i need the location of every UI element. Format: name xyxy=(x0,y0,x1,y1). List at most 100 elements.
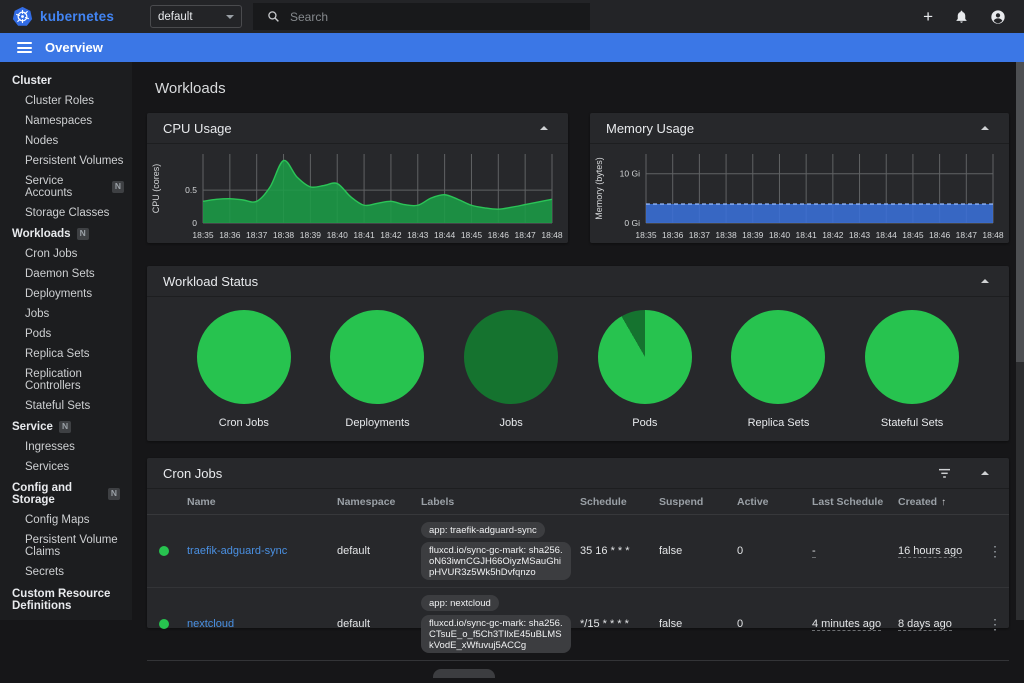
notifications-bell-icon[interactable] xyxy=(954,9,969,24)
sidebar-item-daemon-sets[interactable]: Daemon Sets xyxy=(0,264,132,284)
sidebar-section-workloads[interactable]: Workloads N xyxy=(0,223,132,244)
new-badge: N xyxy=(111,181,124,193)
pie-chart xyxy=(731,309,826,404)
filter-icon[interactable] xyxy=(938,468,951,479)
sidebar-item-persistent-volumes[interactable]: Persistent Volumes xyxy=(0,151,132,171)
sidebar-item-replication-controllers[interactable]: Replication Controllers xyxy=(0,364,132,396)
collapse-button[interactable] xyxy=(977,467,993,479)
sidebar-section-service[interactable]: Service N xyxy=(0,416,132,437)
sidebar-item-pods[interactable]: Pods xyxy=(0,324,132,344)
workload-status-card: Workload Status Cron Jobs Deployments Jobs… xyxy=(147,266,1009,441)
search-bar[interactable] xyxy=(253,3,590,30)
collapse-button[interactable] xyxy=(977,122,993,134)
sidebar-item-service-accounts[interactable]: Service Accounts N xyxy=(0,171,132,203)
pie-jobs: Jobs xyxy=(464,309,559,429)
create-resource-button[interactable]: + xyxy=(923,8,933,25)
sidebar-item-namespaces[interactable]: Namespaces xyxy=(0,111,132,131)
sidebar-item-cron-jobs[interactable]: Cron Jobs xyxy=(0,244,132,264)
new-badge: N xyxy=(58,421,72,433)
column-header-last-schedule[interactable]: Last Schedule xyxy=(812,496,898,508)
account-icon[interactable] xyxy=(990,9,1006,25)
search-input[interactable] xyxy=(290,9,530,24)
sidebar-item-replica-sets[interactable]: Replica Sets xyxy=(0,344,132,364)
cronjob-name[interactable]: traefik-adguard-sync xyxy=(187,545,287,557)
sidebar-item-services[interactable]: Services xyxy=(0,457,132,477)
pie-caption: Pods xyxy=(632,416,658,429)
memory-chart-svg: 18:35 18:36 18:37 18:38 18:39 18:40 18:41 18:42… xyxy=(594,154,1004,240)
sidebar-item-cluster-roles[interactable]: Cluster Roles xyxy=(0,91,132,111)
sidebar-item-config-maps[interactable]: Config Maps xyxy=(0,510,132,530)
svg-text:18:40: 18:40 xyxy=(327,230,349,240)
svg-text:18:39: 18:39 xyxy=(300,230,322,240)
svg-text:18:41: 18:41 xyxy=(796,230,818,240)
pie-chart xyxy=(597,309,692,404)
label-chip: app: traefik-adguard-sync xyxy=(421,522,545,538)
kubernetes-logo: kubernetes xyxy=(12,0,114,33)
sidebar-item-nodes[interactable]: Nodes xyxy=(0,131,132,151)
suspend-cell: false xyxy=(659,545,683,557)
column-header-labels[interactable]: Labels xyxy=(421,496,580,508)
svg-text:18:44: 18:44 xyxy=(434,230,456,240)
sidebar-item-ingresses[interactable]: Ingresses xyxy=(0,437,132,457)
row-menu-kebab-icon[interactable]: ⋮ xyxy=(988,616,1006,633)
column-header-suspend[interactable]: Suspend xyxy=(659,496,737,508)
pie-caption: Cron Jobs xyxy=(218,416,269,429)
sidebar-item-deployments[interactable]: Deployments xyxy=(0,284,132,304)
kubernetes-helm-icon xyxy=(12,6,33,26)
main-content: Workloads CPU Usage 18:35 18:36 18:37 18:38… xyxy=(132,62,1016,678)
sidebar-item-stateful-sets[interactable]: Stateful Sets xyxy=(0,396,132,416)
status-cell xyxy=(159,619,187,629)
page-scrollbar-thumb[interactable] xyxy=(1016,62,1024,362)
labels-cell: app: nextcloud fluxcd.io/sync-gc-mark: sh… xyxy=(421,595,580,653)
collapse-button[interactable] xyxy=(536,122,552,134)
workload-status-title: Workload Status xyxy=(163,273,259,289)
toolbar-title: Overview xyxy=(45,40,103,55)
svg-text:18:43: 18:43 xyxy=(849,230,871,240)
active-cell: 0 xyxy=(737,545,744,557)
partial-label-chip xyxy=(433,669,495,678)
sidebar-section-config-and-storage[interactable]: Config and Storage N xyxy=(0,477,132,510)
column-header-active[interactable]: Active xyxy=(737,496,812,508)
labels-cell: app: traefik-adguard-sync fluxcd.io/sync-… xyxy=(421,522,580,580)
status-ok-icon xyxy=(159,546,169,556)
created-value[interactable]: 16 hours ago xyxy=(898,545,963,558)
label-chip: fluxcd.io/sync-gc-mark: sha256.CTsuE_o_f… xyxy=(421,615,571,653)
collapse-button[interactable] xyxy=(977,275,993,287)
page-title: Workloads xyxy=(155,80,226,97)
column-header-created[interactable]: Created ↑ xyxy=(898,496,988,508)
svg-text:18:44: 18:44 xyxy=(876,230,898,240)
sidebar-section-cluster[interactable]: Cluster xyxy=(0,70,132,91)
sidebar-item-persistent-volume-claims[interactable]: Persistent Volume Claims xyxy=(0,530,132,562)
pie-caption: Jobs xyxy=(499,416,523,429)
column-header-name[interactable]: Name xyxy=(187,496,337,508)
cronjob-name-link[interactable]: traefik-adguard-sync xyxy=(187,545,337,557)
last-schedule-value[interactable]: - xyxy=(812,545,816,558)
cron-jobs-table-header: Name Namespace Labels Schedule Suspend Active… xyxy=(147,489,1009,515)
label-chip: app: nextcloud xyxy=(421,595,499,611)
memory-usage-card: Memory Usage 18:35 18:36 18:37 18:38 18:39 18… xyxy=(590,113,1009,243)
cpu-usage-card: CPU Usage 18:35 18:36 18:37 18:38 18:39 18:40… xyxy=(147,113,568,243)
sidebar-item-storage-classes[interactable]: Storage Classes xyxy=(0,203,132,223)
sidebar-nav: Cluster Cluster Roles Namespaces Nodes Persi… xyxy=(0,62,132,620)
app-header: kubernetes default + xyxy=(0,0,1024,33)
namespace-selector[interactable]: default xyxy=(150,5,242,28)
svg-text:18:43: 18:43 xyxy=(407,230,429,240)
pie-cron-jobs: Cron Jobs xyxy=(196,309,291,429)
svg-text:18:36: 18:36 xyxy=(219,230,241,240)
memory-usage-chart: 18:35 18:36 18:37 18:38 18:39 18:40 18:41 18:42… xyxy=(590,144,1009,243)
column-header-namespace[interactable]: Namespace xyxy=(337,496,421,508)
sidebar-item-jobs[interactable]: Jobs xyxy=(0,304,132,324)
new-badge: N xyxy=(76,228,89,240)
svg-text:18:46: 18:46 xyxy=(488,230,510,240)
column-header-schedule[interactable]: Schedule xyxy=(580,496,659,508)
sidebar-item-custom-resource-definitions[interactable]: Custom Resource Definitions xyxy=(0,582,132,618)
status-cell xyxy=(159,546,187,556)
cpu-usage-title: CPU Usage xyxy=(163,120,232,136)
sidebar-item-secrets[interactable]: Secrets xyxy=(0,562,132,582)
toolbar: Overview xyxy=(0,33,1024,62)
row-menu-kebab-icon[interactable]: ⋮ xyxy=(988,543,1006,560)
svg-text:CPU (cores): CPU (cores) xyxy=(151,164,161,214)
menu-hamburger-icon[interactable] xyxy=(17,42,32,53)
pie-deployments: Deployments xyxy=(330,309,425,429)
workload-status-pies: Cron Jobs Deployments Jobs Pods Replica Sets… xyxy=(147,297,1009,441)
